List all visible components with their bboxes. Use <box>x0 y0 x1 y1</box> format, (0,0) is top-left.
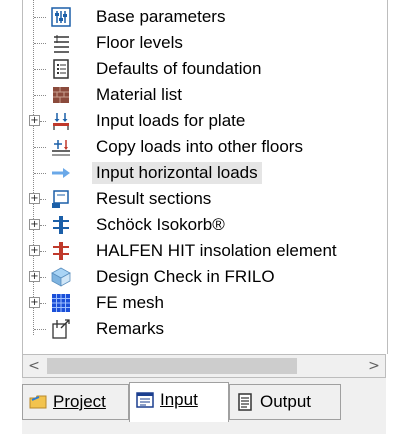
input-loads-icon <box>53 113 69 130</box>
scroll-left-arrow-icon[interactable]: < <box>25 357 43 375</box>
tree-connector <box>34 95 46 96</box>
tree-item-result-sections[interactable]: + Result sections <box>23 187 383 211</box>
horizontal-scrollbar[interactable]: < > <box>22 354 386 378</box>
tree-connector <box>40 225 46 226</box>
expand-plus-icon[interactable]: + <box>29 271 40 282</box>
tree-connector <box>34 147 46 148</box>
tree-connector <box>34 329 46 330</box>
tree-connector <box>40 251 46 252</box>
tree-item-floor-levels[interactable]: Floor levels <box>23 31 383 55</box>
tree-connector <box>34 17 46 18</box>
schoeck-isokorb-icon <box>53 216 69 234</box>
material-list-icon <box>53 87 69 103</box>
tree-item-schoeck-isokorb[interactable]: + Schöck Isokorb® <box>23 213 383 237</box>
tree-item-label: Defaults of foundation <box>96 59 262 78</box>
tree-item-material-list[interactable]: Material list <box>23 83 383 107</box>
tree-connector <box>34 43 46 44</box>
tab-label: Output <box>260 392 312 411</box>
tree-connector <box>34 173 46 174</box>
tree-connector <box>40 303 46 304</box>
tree-item-label: Schöck Isokorb® <box>96 215 225 234</box>
tree-item-fe-mesh[interactable]: + FE mesh <box>23 291 383 315</box>
tree-item-copy-loads[interactable]: Copy loads into other floors <box>23 135 383 159</box>
tree-item-input-loads-plate[interactable]: + Input loads for plate <box>23 109 383 133</box>
expand-plus-icon[interactable]: + <box>29 245 40 256</box>
tree-item-label: Input horizontal loads <box>92 162 262 184</box>
tree-connector <box>40 199 46 200</box>
scrollbar-thumb[interactable] <box>47 358 297 374</box>
tree-item-label: Floor levels <box>96 33 183 52</box>
copy-loads-icon <box>52 140 70 156</box>
tree-connector <box>34 69 46 70</box>
tree-item-remarks[interactable]: Remarks <box>23 317 383 341</box>
scroll-right-arrow-icon[interactable]: > <box>365 357 383 375</box>
tab-bar: Project Input Output <box>22 378 386 434</box>
tab-output[interactable]: Output <box>229 384 341 420</box>
fe-mesh-icon <box>52 294 70 312</box>
expand-plus-icon[interactable]: + <box>29 115 40 126</box>
input-icon <box>136 392 154 408</box>
tree-item-input-horizontal-loads[interactable]: Input horizontal loads <box>23 161 383 185</box>
tree-item-label: Input loads for plate <box>96 111 246 130</box>
result-sections-icon <box>52 190 69 208</box>
tree-item-label: Base parameters <box>96 7 226 26</box>
floor-levels-icon <box>54 35 69 53</box>
remarks-icon <box>52 319 70 339</box>
tab-project[interactable]: Project <box>22 384 129 420</box>
tree-item-label: FE mesh <box>96 293 165 312</box>
halfen-hit-icon <box>53 242 69 260</box>
output-icon <box>238 393 252 411</box>
defaults-foundation-icon <box>53 59 69 79</box>
tree-connector <box>40 277 46 278</box>
navigator-panel: Base parameters Floor levels Defaults of… <box>0 0 406 434</box>
tab-input[interactable]: Input <box>129 382 229 422</box>
tree-item-label: Design Check in FRILO <box>96 267 275 286</box>
tree-item-defaults-foundation[interactable]: Defaults of foundation <box>23 57 383 81</box>
arrow-right-icon <box>52 168 70 178</box>
expand-plus-icon[interactable]: + <box>29 193 40 204</box>
tab-label: Project <box>53 392 106 411</box>
expand-plus-icon[interactable]: + <box>29 219 40 230</box>
tree-item-design-check[interactable]: + Design Check in FRILO <box>23 265 383 289</box>
tree-item-base-parameters[interactable]: Base parameters <box>23 5 383 29</box>
tree-connector <box>40 121 46 122</box>
tree-item-label: Remarks <box>96 319 165 338</box>
design-check-icon <box>51 267 71 287</box>
tree-item-label: HALFEN HIT insolation element <box>96 241 337 260</box>
tree-item-label: Material list <box>96 85 182 104</box>
tree-item-halfen-hit[interactable]: + HALFEN HIT insolation element <box>23 239 383 263</box>
base-parameters-icon <box>51 7 71 27</box>
tree-view[interactable]: Base parameters Floor levels Defaults of… <box>22 0 388 354</box>
tree-item-label: Result sections <box>96 189 212 208</box>
project-icon <box>29 395 47 409</box>
tab-label: Input <box>160 390 198 409</box>
tree-item-label: Copy loads into other floors <box>96 137 303 156</box>
expand-plus-icon[interactable]: + <box>29 297 40 308</box>
